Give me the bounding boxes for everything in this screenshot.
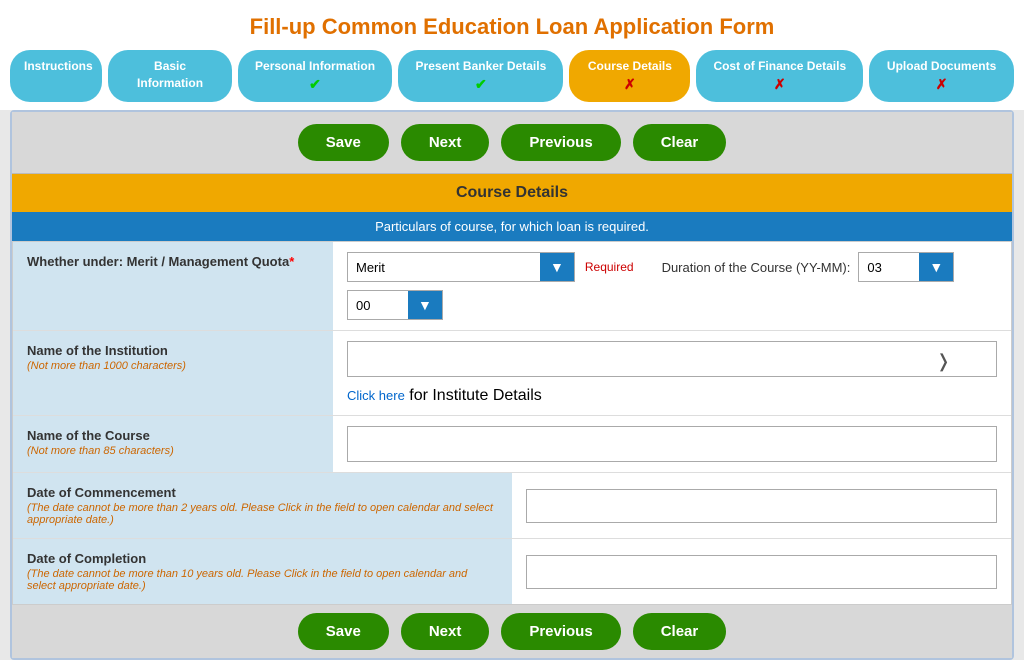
form-area: Whether under: Merit / Management Quota*… bbox=[12, 241, 1012, 605]
action-bar: Save Next Previous Clear bbox=[12, 112, 1012, 174]
check-icon-banker: ✔ bbox=[475, 76, 487, 92]
bottom-next-button[interactable]: Next bbox=[401, 613, 490, 650]
merit-select-wrapper[interactable]: ▼ bbox=[347, 252, 575, 282]
course-note: (Not more than 85 characters) bbox=[27, 445, 319, 457]
bottom-save-button[interactable]: Save bbox=[298, 613, 389, 650]
commencement-input[interactable] bbox=[526, 489, 997, 523]
section-subheader: Particulars of course, for which loan is… bbox=[12, 212, 1012, 241]
next-button[interactable]: Next bbox=[401, 124, 490, 161]
duration-yy-btn[interactable]: ▼ bbox=[919, 253, 953, 281]
merit-required-msg: Required bbox=[585, 260, 634, 274]
save-button[interactable]: Save bbox=[298, 124, 389, 161]
institution-input-col: ❭ Click here for Institute Details bbox=[333, 331, 1011, 415]
tab-present-banker[interactable]: Present Banker Details ✔ bbox=[398, 50, 563, 102]
duration-label: Duration of the Course (YY-MM): bbox=[662, 260, 851, 275]
institution-input[interactable] bbox=[347, 341, 997, 377]
tab-upload-documents[interactable]: Upload Documents ✗ bbox=[869, 50, 1014, 102]
completion-input[interactable] bbox=[526, 555, 997, 589]
commencement-label-col: Date of Commencement (The date cannot be… bbox=[13, 473, 512, 538]
duration-mm-wrapper[interactable]: ▼ bbox=[347, 290, 443, 320]
completion-note: (The date cannot be more than 10 years o… bbox=[27, 568, 498, 592]
commencement-note: (The date cannot be more than 2 years ol… bbox=[27, 502, 498, 526]
completion-row: Date of Completion (The date cannot be m… bbox=[13, 539, 1011, 604]
cross-icon-upload: ✗ bbox=[936, 76, 948, 92]
tab-instructions[interactable]: Instructions bbox=[10, 50, 102, 102]
merit-label: Whether under: Merit / Management Quota* bbox=[13, 242, 333, 330]
completion-input-col bbox=[512, 539, 1011, 604]
cross-icon-finance: ✗ bbox=[774, 76, 786, 92]
dates-row: Date of Commencement (The date cannot be… bbox=[13, 473, 1011, 539]
merit-select-input[interactable] bbox=[348, 254, 540, 281]
tab-course-details[interactable]: Course Details ✗ bbox=[569, 50, 690, 102]
bottom-clear-button[interactable]: Clear bbox=[633, 613, 727, 650]
duration-yy-input[interactable] bbox=[859, 254, 919, 281]
section-header: Course Details bbox=[12, 174, 1012, 212]
course-row: Name of the Course (Not more than 85 cha… bbox=[13, 416, 1011, 473]
page-title: Fill-up Common Education Loan Applicatio… bbox=[0, 0, 1024, 50]
previous-button[interactable]: Previous bbox=[501, 124, 620, 161]
bottom-action-bar: Save Next Previous Clear bbox=[12, 605, 1012, 658]
institution-label: Name of the Institution (Not more than 1… bbox=[13, 331, 333, 415]
tab-personal-information[interactable]: Personal Information ✔ bbox=[238, 50, 393, 102]
nav-tabs: Instructions Basic Information Personal … bbox=[0, 50, 1024, 110]
click-here-suffix: for Institute Details bbox=[405, 387, 542, 404]
course-input[interactable] bbox=[347, 426, 997, 462]
course-label: Name of the Course (Not more than 85 cha… bbox=[13, 416, 333, 472]
duration-mm-btn[interactable]: ▼ bbox=[408, 291, 442, 319]
completion-label-col: Date of Completion (The date cannot be m… bbox=[13, 539, 512, 604]
duration-yy-wrapper[interactable]: ▼ bbox=[858, 252, 954, 282]
merit-row: Whether under: Merit / Management Quota*… bbox=[13, 242, 1011, 331]
merit-input-col: ▼ Required Duration of the Course (YY-MM… bbox=[333, 242, 1011, 330]
cross-icon-course: ✗ bbox=[624, 76, 636, 92]
institution-row: Name of the Institution (Not more than 1… bbox=[13, 331, 1011, 416]
clear-button[interactable]: Clear bbox=[633, 124, 727, 161]
commencement-input-col bbox=[512, 473, 1011, 538]
duration-mm-input[interactable] bbox=[348, 292, 408, 319]
tab-cost-finance[interactable]: Cost of Finance Details ✗ bbox=[696, 50, 863, 102]
check-icon-personal: ✔ bbox=[309, 76, 321, 92]
required-star: * bbox=[289, 254, 294, 269]
main-content: Save Next Previous Clear Course Details … bbox=[10, 110, 1014, 660]
merit-dropdown-btn[interactable]: ▼ bbox=[540, 253, 574, 281]
tab-basic-information[interactable]: Basic Information bbox=[108, 50, 231, 102]
click-here-link[interactable]: Click here bbox=[347, 388, 405, 403]
course-input-col bbox=[333, 416, 1011, 472]
institution-note: (Not more than 1000 characters) bbox=[27, 360, 319, 372]
bottom-previous-button[interactable]: Previous bbox=[501, 613, 620, 650]
